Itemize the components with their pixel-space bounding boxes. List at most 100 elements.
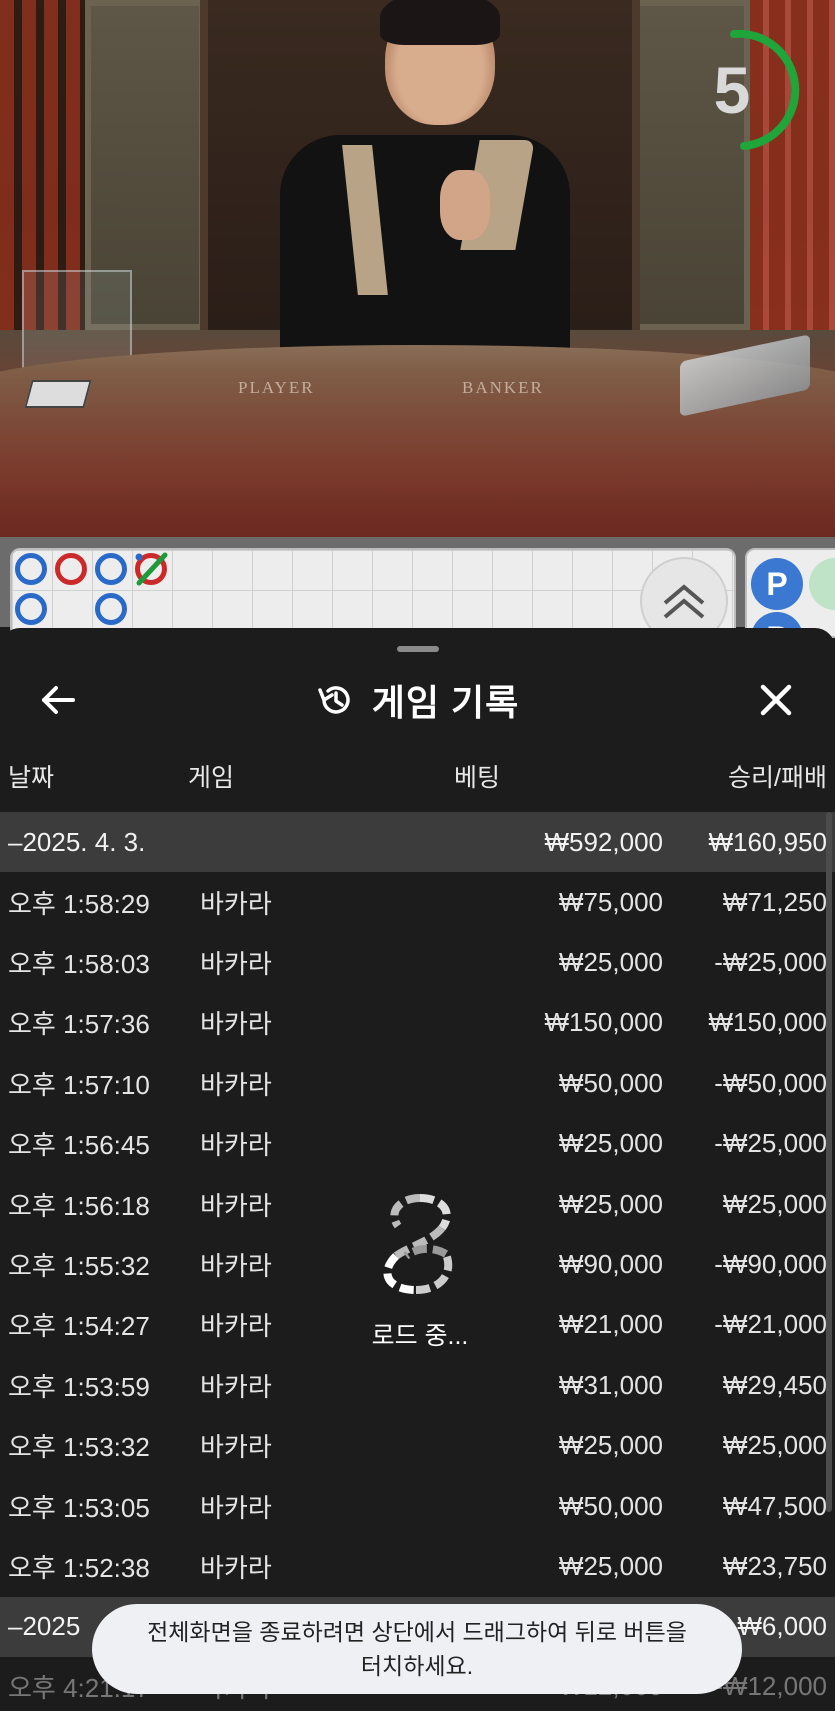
row-game: 바카라 bbox=[200, 1251, 272, 1282]
row-bet: ₩25,000 bbox=[558, 947, 663, 978]
row-game: 바카라 bbox=[200, 1311, 272, 1342]
row-winloss: ₩29,450 bbox=[722, 1369, 827, 1400]
history-row[interactable]: 오후 1:56:45 바카라 ₩25,000 -₩25,000 bbox=[0, 1114, 835, 1174]
row-winloss: -₩21,000 bbox=[714, 1309, 827, 1340]
close-icon bbox=[760, 684, 792, 716]
row-winloss: ₩23,750 bbox=[722, 1550, 827, 1581]
row-bet: ₩25,000 bbox=[558, 1550, 663, 1581]
row-time: 오후 1:57:10 bbox=[8, 1069, 150, 1100]
title-group: 게임 기록 bbox=[0, 658, 835, 742]
row-winloss: -₩25,000 bbox=[714, 947, 827, 978]
row-game: 바카라 bbox=[200, 1492, 272, 1523]
row-bet: ₩21,000 bbox=[558, 1309, 663, 1340]
row-time: 오후 1:57:36 bbox=[8, 1009, 150, 1040]
row-bet: ₩31,000 bbox=[558, 1369, 663, 1400]
row-game: 바카라 bbox=[200, 1190, 272, 1221]
date-group-row[interactable]: –2025. 4. 3. ₩592,000 ₩160,950 bbox=[0, 812, 835, 872]
countdown-timer: 5 bbox=[682, 29, 802, 150]
game-history-sheet: 게임 기록 날짜 게임 베팅 승리/패배 –2025. 4. 3. ₩592,00… bbox=[0, 628, 835, 1711]
row-game: 바카라 bbox=[200, 949, 272, 980]
row-winloss: ₩47,500 bbox=[722, 1490, 827, 1521]
history-clock-icon bbox=[318, 686, 350, 714]
row-time: 오후 1:53:59 bbox=[8, 1371, 150, 1402]
bead-banker bbox=[55, 553, 87, 585]
history-row[interactable]: 오후 1:53:05 바카라 ₩50,000 ₩47,500 bbox=[0, 1476, 835, 1536]
group-total-winloss: ₩6,000 bbox=[737, 1611, 827, 1642]
loading-spinner-icon bbox=[383, 1194, 453, 1294]
column-header-winloss[interactable]: 승리/패배 bbox=[728, 758, 827, 794]
card-deck bbox=[24, 380, 92, 408]
history-row[interactable]: 오후 1:52:38 바카라 ₩25,000 ₩23,750 bbox=[0, 1536, 835, 1596]
row-time: 오후 1:53:32 bbox=[8, 1432, 150, 1463]
group-total-winloss: ₩160,950 bbox=[708, 826, 827, 857]
row-bet: ₩50,000 bbox=[558, 1490, 663, 1521]
group-date: –2025 bbox=[8, 1611, 81, 1642]
row-winloss: -₩25,000 bbox=[714, 1128, 827, 1159]
sheet-title: 게임 기록 bbox=[371, 682, 520, 723]
row-winloss: -₩50,000 bbox=[714, 1067, 827, 1098]
column-header-game[interactable]: 게임 bbox=[188, 758, 234, 794]
big-road[interactable]: P P bbox=[745, 548, 835, 664]
bead-player bbox=[15, 593, 47, 625]
history-row[interactable]: 오후 1:57:10 바카라 ₩50,000 -₩50,000 bbox=[0, 1053, 835, 1113]
row-time: 오후 1:54:27 bbox=[8, 1311, 150, 1342]
fullscreen-toast: 전체화면을 종료하려면 상단에서 드래그하여 뒤로 버튼을 터치하세요. bbox=[92, 1604, 742, 1694]
history-scrollbar[interactable] bbox=[826, 812, 832, 1512]
row-bet: ₩25,000 bbox=[558, 1128, 663, 1159]
bead-player bbox=[15, 553, 47, 585]
row-game: 바카라 bbox=[200, 1371, 272, 1402]
row-winloss: ₩71,250 bbox=[722, 886, 827, 917]
row-winloss: ₩25,000 bbox=[722, 1188, 827, 1219]
loading-indicator: 로드 중... bbox=[330, 1190, 510, 1390]
row-time: 오후 1:52:38 bbox=[8, 1552, 150, 1583]
row-winloss: -₩90,000 bbox=[714, 1249, 827, 1280]
row-time: 오후 1:56:45 bbox=[8, 1130, 150, 1161]
row-time: 오후 1:58:03 bbox=[8, 949, 150, 980]
bead-road[interactable] bbox=[10, 548, 736, 638]
tie-slash-icon bbox=[135, 552, 168, 586]
history-row[interactable]: 오후 1:58:03 바카라 ₩25,000 -₩25,000 bbox=[0, 932, 835, 992]
row-bet: ₩150,000 bbox=[544, 1007, 663, 1038]
row-bet: ₩50,000 bbox=[558, 1067, 663, 1098]
sheet-drag-handle[interactable] bbox=[397, 646, 439, 652]
column-header-date[interactable]: 날짜 bbox=[8, 758, 54, 794]
arrow-left-icon bbox=[42, 686, 75, 714]
countdown-number: 5 bbox=[713, 53, 751, 127]
bead-player bbox=[95, 593, 127, 625]
row-time: 오후 1:53:05 bbox=[8, 1492, 150, 1523]
row-game: 바카라 bbox=[200, 1069, 272, 1100]
history-row[interactable]: 오후 1:58:29 바카라 ₩75,000 ₩71,250 bbox=[0, 872, 835, 932]
group-date: –2025. 4. 3. bbox=[8, 826, 146, 857]
row-winloss: ₩25,000 bbox=[722, 1430, 827, 1461]
close-button[interactable] bbox=[746, 670, 806, 730]
player-chip: P bbox=[751, 558, 803, 610]
table-label-player: PLAYER bbox=[238, 378, 315, 397]
row-bet: ₩75,000 bbox=[558, 886, 663, 917]
dealer-hand bbox=[440, 170, 490, 240]
row-winloss: ₩150,000 bbox=[708, 1007, 827, 1038]
bead-banker bbox=[135, 552, 168, 586]
group-total-bet: ₩592,000 bbox=[544, 826, 663, 857]
row-time: 오후 1:55:32 bbox=[8, 1251, 150, 1282]
dealer-hair bbox=[380, 0, 500, 45]
loading-text: 로드 중... bbox=[371, 1322, 469, 1350]
bead-player bbox=[95, 553, 127, 585]
row-bet: ₩25,000 bbox=[558, 1188, 663, 1219]
row-game: 바카라 bbox=[200, 888, 272, 919]
column-header-bet[interactable]: 베팅 bbox=[454, 758, 500, 794]
row-time: 오후 1:58:29 bbox=[8, 888, 150, 919]
history-row[interactable]: 오후 1:57:36 바카라 ₩150,000 ₩150,000 bbox=[0, 993, 835, 1053]
row-bet: ₩90,000 bbox=[558, 1249, 663, 1280]
row-time: 오후 1:56:18 bbox=[8, 1190, 150, 1221]
row-game: 바카라 bbox=[200, 1130, 272, 1161]
row-game: 바카라 bbox=[200, 1552, 272, 1583]
row-game: 바카라 bbox=[200, 1009, 272, 1040]
sheet-header: 게임 기록 bbox=[0, 658, 835, 738]
toast-message: 전체화면을 종료하려면 상단에서 드래그하여 뒤로 버튼을 터치하세요. bbox=[147, 1619, 687, 1679]
back-button[interactable] bbox=[28, 670, 88, 730]
table-label-banker: BANKER bbox=[462, 378, 544, 397]
row-bet: ₩25,000 bbox=[558, 1430, 663, 1461]
history-row[interactable]: 오후 1:53:32 바카라 ₩25,000 ₩25,000 bbox=[0, 1416, 835, 1476]
tie-chip bbox=[809, 558, 835, 610]
row-game: 바카라 bbox=[200, 1432, 272, 1463]
